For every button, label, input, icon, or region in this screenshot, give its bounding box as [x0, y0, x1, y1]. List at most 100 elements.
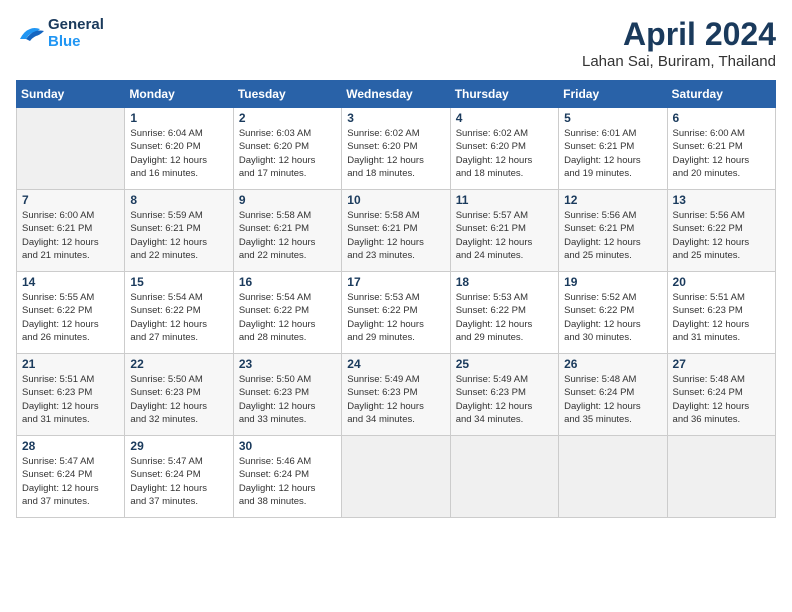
calendar-cell — [17, 108, 125, 190]
logo-icon — [16, 21, 44, 45]
calendar-cell: 3 Sunrise: 6:02 AMSunset: 6:20 PMDaylight… — [342, 108, 450, 190]
calendar-cell: 10Sunrise: 5:58 AMSunset: 6:21 PMDayligh… — [342, 190, 450, 272]
day-info: Sunrise: 5:48 AMSunset: 6:24 PMDaylight:… — [564, 373, 661, 426]
calendar-cell: 26 Sunrise: 5:48 AMSunset: 6:24 PMDayligh… — [559, 354, 667, 436]
day-number: 13 — [673, 193, 770, 207]
day-info: Sunrise: 6:00 AMSunset: 6:21 PMDaylight:… — [22, 209, 119, 262]
day-info: Sunrise: 5:47 AMSunset: 6:24 PMDaylight:… — [22, 455, 119, 508]
day-info: Sunrise: 5:55 AMSunset: 6:22 PMDaylight:… — [22, 291, 119, 344]
weekday-header-row: SundayMondayTuesdayWednesdayThursdayFrid… — [17, 81, 776, 108]
week-row: 14 Sunrise: 5:55 AMSunset: 6:22 PMDayligh… — [17, 272, 776, 354]
calendar-cell: 18 Sunrise: 5:53 AMSunset: 6:22 PMDayligh… — [450, 272, 558, 354]
day-number: 3 — [347, 111, 444, 125]
week-row: 1 Sunrise: 6:04 AMSunset: 6:20 PMDaylight… — [17, 108, 776, 190]
logo-text: General Blue — [48, 16, 104, 50]
calendar-cell: 20Sunrise: 5:51 AMSunset: 6:23 PMDayligh… — [667, 272, 775, 354]
calendar-cell: 27 Sunrise: 5:48 AMSunset: 6:24 PMDayligh… — [667, 354, 775, 436]
day-info: Sunrise: 5:48 AMSunset: 6:24 PMDaylight:… — [673, 373, 770, 426]
weekday-header-cell: Saturday — [667, 81, 775, 108]
logo: General Blue — [16, 16, 104, 50]
day-info: Sunrise: 5:54 AMSunset: 6:22 PMDaylight:… — [239, 291, 336, 344]
day-info: Sunrise: 5:50 AMSunset: 6:23 PMDaylight:… — [239, 373, 336, 426]
page-header: General Blue April 2024 Lahan Sai, Burir… — [16, 16, 776, 70]
calendar-cell: 6Sunrise: 6:00 AMSunset: 6:21 PMDaylight… — [667, 108, 775, 190]
day-info: Sunrise: 6:04 AMSunset: 6:20 PMDaylight:… — [130, 127, 227, 180]
day-info: Sunrise: 5:52 AMSunset: 6:22 PMDaylight:… — [564, 291, 661, 344]
day-number: 15 — [130, 275, 227, 289]
weekday-header-cell: Tuesday — [233, 81, 341, 108]
day-info: Sunrise: 5:50 AMSunset: 6:23 PMDaylight:… — [130, 373, 227, 426]
calendar-cell: 7 Sunrise: 6:00 AMSunset: 6:21 PMDaylight… — [17, 190, 125, 272]
day-info: Sunrise: 5:57 AMSunset: 6:21 PMDaylight:… — [456, 209, 553, 262]
day-info: Sunrise: 5:49 AMSunset: 6:23 PMDaylight:… — [347, 373, 444, 426]
day-number: 17 — [347, 275, 444, 289]
day-info: Sunrise: 6:02 AMSunset: 6:20 PMDaylight:… — [347, 127, 444, 180]
calendar-cell: 1 Sunrise: 6:04 AMSunset: 6:20 PMDaylight… — [125, 108, 233, 190]
week-row: 7 Sunrise: 6:00 AMSunset: 6:21 PMDaylight… — [17, 190, 776, 272]
calendar-cell: 4 Sunrise: 6:02 AMSunset: 6:20 PMDaylight… — [450, 108, 558, 190]
calendar-cell: 29 Sunrise: 5:47 AMSunset: 6:24 PMDayligh… — [125, 436, 233, 518]
day-info: Sunrise: 5:51 AMSunset: 6:23 PMDaylight:… — [673, 291, 770, 344]
calendar-cell: 15 Sunrise: 5:54 AMSunset: 6:22 PMDayligh… — [125, 272, 233, 354]
day-info: Sunrise: 5:51 AMSunset: 6:23 PMDaylight:… — [22, 373, 119, 426]
day-number: 2 — [239, 111, 336, 125]
calendar-cell: 17Sunrise: 5:53 AMSunset: 6:22 PMDayligh… — [342, 272, 450, 354]
calendar-table: SundayMondayTuesdayWednesdayThursdayFrid… — [16, 80, 776, 518]
day-info: Sunrise: 5:59 AMSunset: 6:21 PMDaylight:… — [130, 209, 227, 262]
day-info: Sunrise: 5:56 AMSunset: 6:21 PMDaylight:… — [564, 209, 661, 262]
calendar-cell: 23Sunrise: 5:50 AMSunset: 6:23 PMDayligh… — [233, 354, 341, 436]
calendar-cell: 2 Sunrise: 6:03 AMSunset: 6:20 PMDaylight… — [233, 108, 341, 190]
day-info: Sunrise: 5:47 AMSunset: 6:24 PMDaylight:… — [130, 455, 227, 508]
day-info: Sunrise: 5:49 AMSunset: 6:23 PMDaylight:… — [456, 373, 553, 426]
calendar-cell: 12 Sunrise: 5:56 AMSunset: 6:21 PMDayligh… — [559, 190, 667, 272]
day-info: Sunrise: 5:53 AMSunset: 6:22 PMDaylight:… — [456, 291, 553, 344]
day-info: Sunrise: 5:46 AMSunset: 6:24 PMDaylight:… — [239, 455, 336, 508]
location: Lahan Sai, Buriram, Thailand — [582, 53, 776, 70]
title-block: April 2024 Lahan Sai, Buriram, Thailand — [582, 16, 776, 70]
calendar-cell: 21Sunrise: 5:51 AMSunset: 6:23 PMDayligh… — [17, 354, 125, 436]
day-number: 28 — [22, 439, 119, 453]
calendar-cell — [667, 436, 775, 518]
day-number: 7 — [22, 193, 119, 207]
day-number: 8 — [130, 193, 227, 207]
day-number: 4 — [456, 111, 553, 125]
calendar-cell: 14 Sunrise: 5:55 AMSunset: 6:22 PMDayligh… — [17, 272, 125, 354]
day-number: 29 — [130, 439, 227, 453]
week-row: 21Sunrise: 5:51 AMSunset: 6:23 PMDayligh… — [17, 354, 776, 436]
day-number: 18 — [456, 275, 553, 289]
day-number: 24 — [347, 357, 444, 371]
calendar-cell: 8 Sunrise: 5:59 AMSunset: 6:21 PMDaylight… — [125, 190, 233, 272]
month-title: April 2024 — [582, 16, 776, 53]
day-number: 1 — [130, 111, 227, 125]
day-number: 25 — [456, 357, 553, 371]
calendar-body: 1 Sunrise: 6:04 AMSunset: 6:20 PMDaylight… — [17, 108, 776, 518]
calendar-cell — [342, 436, 450, 518]
day-number: 12 — [564, 193, 661, 207]
weekday-header-cell: Sunday — [17, 81, 125, 108]
day-number: 19 — [564, 275, 661, 289]
day-info: Sunrise: 5:56 AMSunset: 6:22 PMDaylight:… — [673, 209, 770, 262]
day-number: 22 — [130, 357, 227, 371]
calendar-cell: 16 Sunrise: 5:54 AMSunset: 6:22 PMDayligh… — [233, 272, 341, 354]
day-number: 16 — [239, 275, 336, 289]
day-number: 27 — [673, 357, 770, 371]
day-info: Sunrise: 6:01 AMSunset: 6:21 PMDaylight:… — [564, 127, 661, 180]
calendar-cell: 19 Sunrise: 5:52 AMSunset: 6:22 PMDayligh… — [559, 272, 667, 354]
day-info: Sunrise: 6:03 AMSunset: 6:20 PMDaylight:… — [239, 127, 336, 180]
day-info: Sunrise: 6:02 AMSunset: 6:20 PMDaylight:… — [456, 127, 553, 180]
day-number: 11 — [456, 193, 553, 207]
calendar-cell: 9 Sunrise: 5:58 AMSunset: 6:21 PMDaylight… — [233, 190, 341, 272]
day-number: 14 — [22, 275, 119, 289]
calendar-cell: 25 Sunrise: 5:49 AMSunset: 6:23 PMDayligh… — [450, 354, 558, 436]
day-number: 26 — [564, 357, 661, 371]
calendar-cell: 13 Sunrise: 5:56 AMSunset: 6:22 PMDayligh… — [667, 190, 775, 272]
day-number: 6 — [673, 111, 770, 125]
calendar-cell: 11 Sunrise: 5:57 AMSunset: 6:21 PMDayligh… — [450, 190, 558, 272]
calendar-cell — [559, 436, 667, 518]
day-number: 9 — [239, 193, 336, 207]
calendar-cell: 24 Sunrise: 5:49 AMSunset: 6:23 PMDayligh… — [342, 354, 450, 436]
day-number: 5 — [564, 111, 661, 125]
weekday-header-cell: Friday — [559, 81, 667, 108]
day-info: Sunrise: 5:58 AMSunset: 6:21 PMDaylight:… — [239, 209, 336, 262]
day-info: Sunrise: 5:54 AMSunset: 6:22 PMDaylight:… — [130, 291, 227, 344]
